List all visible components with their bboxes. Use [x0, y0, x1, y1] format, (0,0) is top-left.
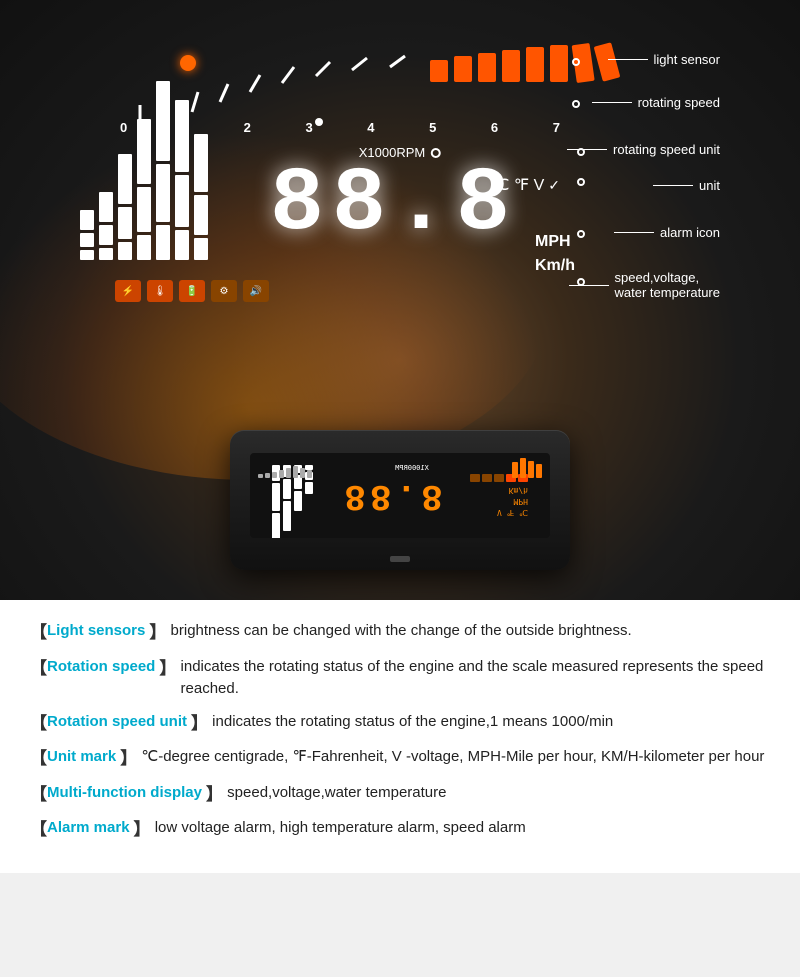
feature-label-1: Rotation speed — [47, 656, 155, 679]
speed-voltage-annotation: speed,voltage, water temperature — [569, 270, 721, 300]
alarm-icon-4: ⚙ — [211, 280, 237, 302]
feature-label-4: Multi-function display — [47, 782, 202, 805]
scale-end-dot — [315, 118, 323, 126]
alarm-icon-annotation: alarm icon — [614, 225, 720, 240]
feature-label-2: Rotation speed unit — [47, 711, 187, 734]
feature-row-2: 【 Rotation speed unit 】 indicates the ro… — [30, 711, 770, 737]
feature-desc-3: ℃-degree centigrade, ℉-Fahrenheit, V -vo… — [141, 746, 770, 769]
alarm-icon-5: 🔊 — [243, 280, 269, 302]
main-speed-display: 88.8 — [270, 160, 510, 250]
feature-row-3: 【 Unit mark 】 ℃-degree centigrade, ℉-Fah… — [30, 746, 770, 772]
feature-label-5: Alarm mark — [47, 817, 130, 840]
rotating-speed-annotation: rotating speed — [592, 95, 720, 110]
rotating-speed-unit-annotation: rotating speed unit — [567, 142, 720, 157]
feature-row-4: 【 Multi-function display 】 speed,voltage… — [30, 782, 770, 808]
alarm-icon-3: 🔋 — [179, 280, 205, 302]
alarm-annot-dot — [577, 230, 585, 238]
feature-label-3: Unit mark — [47, 746, 116, 769]
unit-annotation: unit — [653, 178, 720, 193]
feature-desc-2: indicates the rotating status of the eng… — [212, 711, 770, 734]
unit-annot-dot — [577, 178, 585, 186]
physical-device: V ℉ ℃ MPH Km/h 8.88 — [230, 430, 570, 570]
feature-row-0: 【 Light sensors 】 brightness can be chan… — [30, 620, 770, 646]
feature-desc-4: speed,voltage,water temperature — [227, 782, 770, 805]
device-screen: V ℉ ℃ MPH Km/h 8.88 — [250, 453, 550, 538]
feature-descriptions: 【 Light sensors 】 brightness can be chan… — [0, 600, 800, 873]
hud-image-section: 0 1 2 3 4 5 6 7 X1000RPM ℃ ℉ V ✓ — [0, 0, 800, 600]
device-usb-port — [390, 556, 410, 562]
rotating-speed-annot-dot — [572, 100, 580, 108]
feature-desc-0: brightness can be changed with the chang… — [171, 620, 770, 643]
feature-row-1: 【 Rotation speed 】 indicates the rotatin… — [30, 656, 770, 701]
light-sensor-annot-dot — [572, 58, 580, 66]
hud-display: 0 1 2 3 4 5 6 7 X1000RPM ℃ ℉ V ✓ — [60, 30, 740, 350]
equalizer-bars — [80, 160, 208, 260]
light-sensor-dot — [180, 55, 196, 71]
feature-label-0: Light sensors — [47, 620, 145, 643]
alarm-icon-2: 🌡 — [147, 280, 173, 302]
light-sensor-annotation: light sensor — [608, 52, 720, 67]
feature-desc-5: low voltage alarm, high temperature alar… — [155, 817, 770, 840]
device-digits: 8.88 — [340, 475, 442, 516]
alarm-icons-row: ⚡ 🌡 🔋 ⚙ 🔊 — [115, 280, 269, 302]
alarm-icon-1: ⚡ — [115, 280, 141, 302]
feature-row-5: 【 Alarm mark 】 low voltage alarm, high t… — [30, 817, 770, 843]
mph-label: MPH — [535, 230, 575, 254]
feature-desc-1: indicates the rotating status of the eng… — [181, 656, 770, 701]
